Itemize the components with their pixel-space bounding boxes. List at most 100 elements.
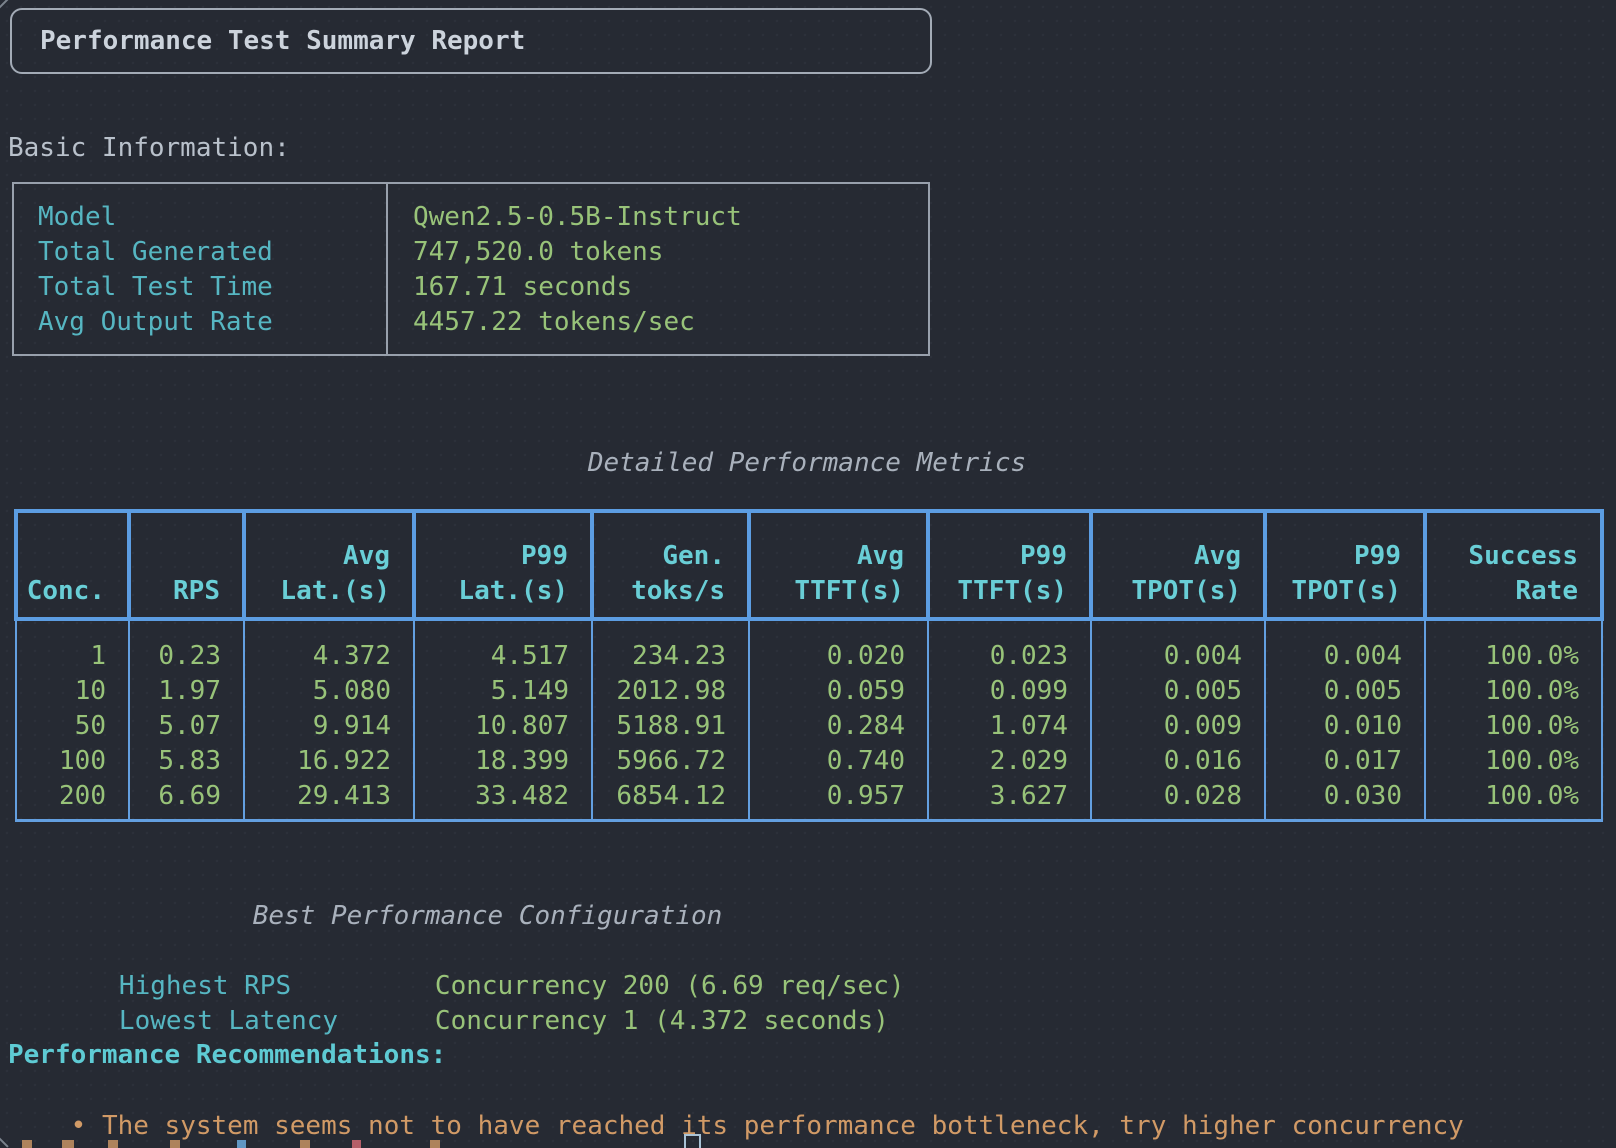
clipped-glyph-fragment [430,1140,440,1148]
column-header: Avg TPOT(s) [1091,511,1265,619]
table-cell: 0.020 [749,619,928,674]
table-cell: 0.028 [1091,779,1265,821]
clipped-glyph-fragment [108,1140,118,1148]
metrics-header-row: Conc.RPSAvg Lat.(s)P99 Lat.(s)Gen. toks/… [16,511,1602,619]
clipped-glyph-fragment [0,0,9,10]
best-config-value: Concurrency 200 (6.69 req/sec) [435,971,905,1001]
table-cell: 5.07 [129,709,244,744]
info-label: Total Generated [38,235,386,270]
table-cell: 0.23 [129,619,244,674]
column-header: Avg Lat.(s) [244,511,414,619]
table-cell: 9.914 [244,709,414,744]
column-header: Conc. [16,511,129,619]
basic-info-values: Qwen2.5-0.5B-Instruct747,520.0 tokens167… [386,184,928,354]
table-cell: 0.099 [928,674,1091,709]
recommendations-heading: Performance Recommendations: [8,1038,446,1073]
recommendation-text: The system seems not to have reached its… [102,1111,1464,1141]
table-cell: 0.957 [749,779,928,821]
best-config-label: Lowest Latency [119,1004,435,1039]
table-cell: 0.740 [749,744,928,779]
table-cell: 2.029 [928,744,1091,779]
column-header: Gen. toks/s [592,511,749,619]
info-value: 4457.22 tokens/sec [413,305,928,340]
best-config-rows: Highest RPSConcurrency 200 (6.69 req/sec… [25,934,905,1004]
table-cell: 1.97 [129,674,244,709]
info-value: 167.71 seconds [413,270,928,305]
recommendation-item: • The system seems not to have reached i… [8,1074,1464,1148]
table-cell: 234.23 [592,619,749,674]
metrics-table-title: Detailed Performance Metrics [14,446,1600,481]
table-cell: 16.922 [244,744,414,779]
best-config-title: Best Performance Configuration [0,899,975,934]
clipped-glyph-fragment [170,1140,180,1148]
column-header: P99 Lat.(s) [414,511,592,619]
clipped-glyph-fragment [62,1140,74,1148]
table-cell: 10.807 [414,709,592,744]
table-cell: 100.0% [1425,744,1602,779]
table-cell: 100.0% [1425,779,1602,821]
basic-info-panel: ModelTotal GeneratedTotal Test TimeAvg O… [12,182,930,356]
column-header: P99 TTFT(s) [928,511,1091,619]
table-cell: 4.517 [414,619,592,674]
info-value: 747,520.0 tokens [413,235,928,270]
table-cell: 0.004 [1091,619,1265,674]
info-label: Model [38,200,386,235]
table-cell: 18.399 [414,744,592,779]
table-cell: 100.0% [1425,674,1602,709]
table-cell: 1.074 [928,709,1091,744]
table-cell: 5.149 [414,674,592,709]
table-cell: 0.284 [749,709,928,744]
table-cell: 0.010 [1265,709,1425,744]
table-row: 1005.8316.92218.3995966.720.7402.0290.01… [16,744,1602,779]
column-header: RPS [129,511,244,619]
best-config-row: Highest RPSConcurrency 200 (6.69 req/sec… [25,934,905,969]
table-cell: 5.83 [129,744,244,779]
table-cell: 100.0% [1425,619,1602,674]
table-cell: 2012.98 [592,674,749,709]
table-cell: 200 [16,779,129,821]
table-cell: 4.372 [244,619,414,674]
metrics-table: Conc.RPSAvg Lat.(s)P99 Lat.(s)Gen. toks/… [14,509,1604,822]
clipped-glyph-fragment [22,1140,32,1148]
table-cell: 100.0% [1425,709,1602,744]
table-cell: 50 [16,709,129,744]
table-cell: 0.009 [1091,709,1265,744]
bullet-icon: • [71,1111,87,1141]
table-cell: 0.030 [1265,779,1425,821]
info-label: Avg Output Rate [38,305,386,340]
table-cell: 0.017 [1265,744,1425,779]
table-cell: 0.016 [1091,744,1265,779]
column-header: P99 TPOT(s) [1265,511,1425,619]
table-cell: 33.482 [414,779,592,821]
metrics-header: Conc.RPSAvg Lat.(s)P99 Lat.(s)Gen. toks/… [16,511,1602,619]
table-row: 10.234.3724.517234.230.0200.0230.0040.00… [16,619,1602,674]
terminal-cursor [684,1134,701,1148]
table-cell: 29.413 [244,779,414,821]
terminal-screen: Performance Test Summary Report Basic In… [0,0,1616,1148]
metrics-body: 10.234.3724.517234.230.0200.0230.0040.00… [16,619,1602,821]
basic-info-heading: Basic Information: [8,131,290,166]
best-config-value: Concurrency 1 (4.372 seconds) [435,1006,889,1036]
table-cell: 3.627 [928,779,1091,821]
column-header: Success Rate [1425,511,1602,619]
table-cell: 0.005 [1091,674,1265,709]
table-cell: 5.080 [244,674,414,709]
basic-info-labels: ModelTotal GeneratedTotal Test TimeAvg O… [14,184,386,354]
table-cell: 1 [16,619,129,674]
column-header: Avg TTFT(s) [749,511,928,619]
table-cell: 5188.91 [592,709,749,744]
table-row: 505.079.91410.8075188.910.2841.0740.0090… [16,709,1602,744]
table-cell: 0.004 [1265,619,1425,674]
best-config-label: Highest RPS [119,969,435,1004]
table-cell: 0.023 [928,619,1091,674]
clipped-glyph-fragment [237,1140,246,1148]
table-cell: 10 [16,674,129,709]
table-cell: 6854.12 [592,779,749,821]
report-title: Performance Test Summary Report [40,24,525,59]
table-row: 2006.6929.41333.4826854.120.9573.6270.02… [16,779,1602,821]
report-title-box: Performance Test Summary Report [10,8,932,74]
table-cell: 100 [16,744,129,779]
clipped-glyph-fragment [352,1140,361,1148]
clipped-glyph-fragment [300,1140,310,1148]
table-cell: 0.005 [1265,674,1425,709]
